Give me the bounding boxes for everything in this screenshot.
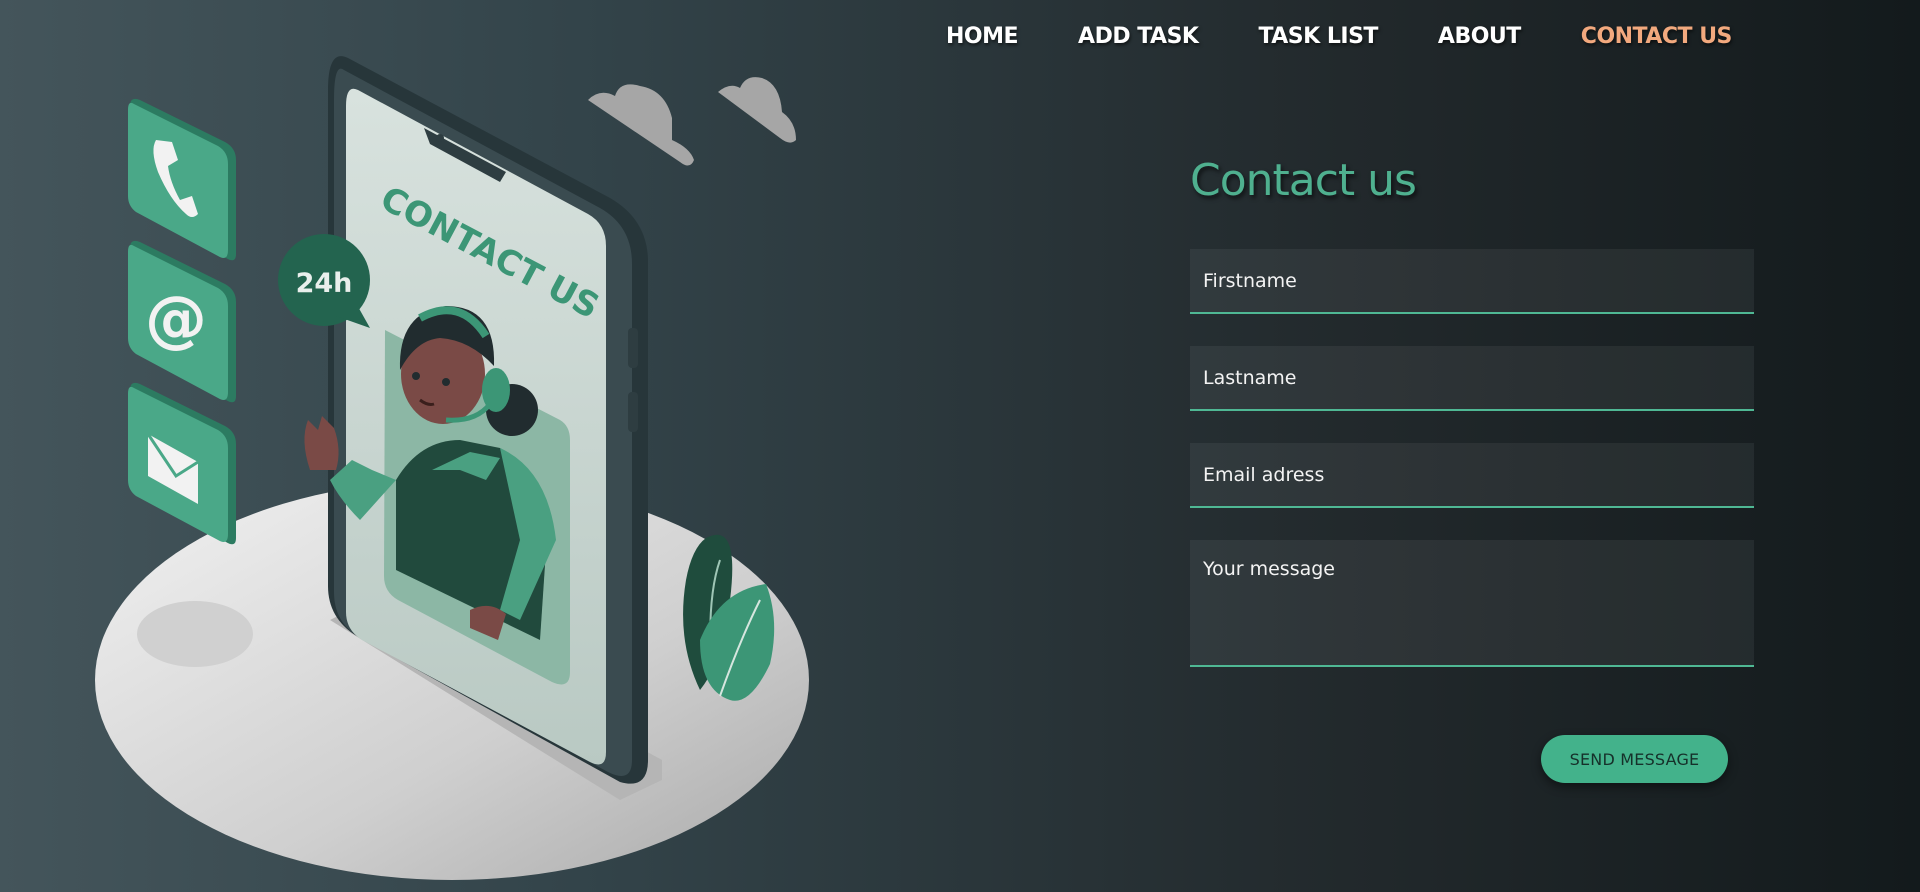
phone-icon (128, 98, 236, 261)
24h-badge: 24h (278, 234, 370, 328)
plant-icon (683, 534, 775, 701)
page-title: Contact us (1190, 155, 1417, 206)
nav-task-list[interactable]: TASK LIST (1258, 24, 1378, 49)
message-field[interactable] (1190, 540, 1754, 667)
24h-badge-text: 24h (296, 268, 353, 299)
cloud-icon (588, 77, 796, 166)
email-field[interactable] (1190, 443, 1754, 508)
at-sign-icon: @ (128, 240, 236, 403)
svg-text:@: @ (145, 282, 207, 355)
envelope-icon (128, 382, 236, 545)
main-nav: HOME ADD TASK TASK LIST ABOUT CONTACT US (946, 24, 1732, 49)
nav-contact-us[interactable]: CONTACT US (1581, 24, 1733, 49)
nav-home[interactable]: HOME (946, 24, 1019, 49)
lastname-field[interactable] (1190, 346, 1754, 411)
nav-about[interactable]: ABOUT (1438, 24, 1521, 49)
nav-add-task[interactable]: ADD TASK (1078, 24, 1199, 49)
contact-form: Contact us (1190, 155, 1754, 667)
send-message-button[interactable]: SEND MESSAGE (1541, 735, 1728, 783)
contact-illustration: CONTACT US 24h @ (95, 56, 809, 880)
firstname-field[interactable] (1190, 249, 1754, 314)
